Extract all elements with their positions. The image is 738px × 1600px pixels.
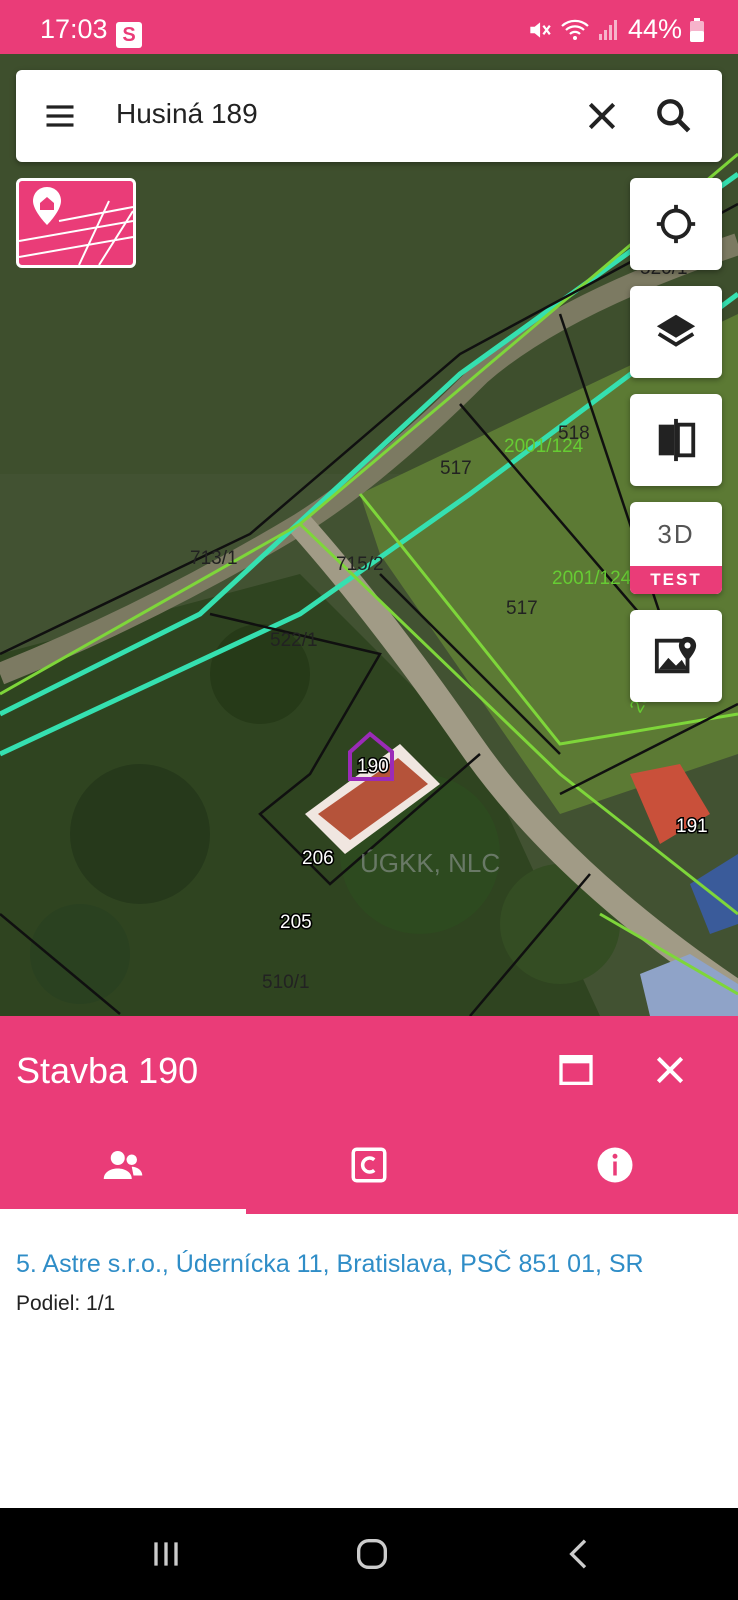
close-panel-icon[interactable] — [650, 1050, 690, 1090]
parcel-label: 191 — [676, 816, 708, 837]
clear-search-icon[interactable] — [582, 96, 622, 136]
google-map-icon — [654, 636, 697, 674]
parcel-c-icon — [351, 1147, 387, 1183]
parcel-label: 517 — [506, 598, 538, 619]
building-label: 190 — [357, 756, 389, 777]
parcel-label: 205 — [280, 912, 312, 933]
parcel-label: 510/1 — [262, 972, 310, 993]
tab-parcel-c[interactable] — [246, 1144, 492, 1214]
ownership-share: Podiel: 1/1 — [16, 1292, 116, 1315]
system-navigation-bar — [0, 1508, 738, 1600]
parcel-label: 206 — [302, 848, 334, 869]
maximize-icon[interactable] — [556, 1050, 596, 1090]
test-label: TEST — [630, 566, 722, 594]
compare-icon — [658, 418, 696, 462]
mute-icon — [530, 21, 551, 38]
parcel-label: 713/1 — [190, 548, 238, 569]
layers-button[interactable] — [630, 286, 722, 378]
search-input[interactable]: Husiná 189 — [116, 98, 258, 130]
info-icon — [597, 1147, 633, 1183]
panel-title: Stavba 190 — [16, 1050, 199, 1091]
wifi-icon — [561, 19, 589, 40]
menu-icon[interactable] — [42, 98, 78, 134]
people-icon — [103, 1151, 143, 1179]
parcel-label: 517 — [440, 458, 472, 479]
battery-percent: 44% — [627, 14, 682, 44]
tab-owners[interactable] — [0, 1144, 246, 1214]
signal-icon — [598, 19, 617, 40]
3d-test-button[interactable]: 3D TEST — [630, 502, 722, 594]
status-app-badge: S — [116, 22, 142, 48]
tab-info[interactable] — [492, 1144, 738, 1214]
back-icon[interactable] — [560, 1534, 600, 1574]
status-indicators: 44% — [526, 14, 704, 45]
layers-icon — [656, 314, 696, 347]
home-icon[interactable] — [352, 1534, 392, 1574]
parcel-label: 2001/124 — [552, 568, 632, 589]
my-location-button[interactable] — [630, 178, 722, 270]
compare-button[interactable] — [630, 394, 722, 486]
crosshair-icon — [656, 204, 696, 244]
parcel-label: 522/1 — [270, 630, 318, 651]
status-bar: 17:03 S 44% — [0, 0, 738, 54]
parcel-label: 715/2 — [336, 554, 384, 575]
recent-apps-icon[interactable] — [146, 1534, 186, 1574]
status-time: 17:03 — [40, 14, 108, 44]
battery-icon — [690, 17, 704, 42]
map-watermark: ÚGKK, NLC — [360, 848, 500, 878]
search-bar[interactable]: Husiná 189 — [16, 70, 722, 162]
search-icon[interactable] — [652, 94, 696, 138]
parcel-label: 2001/124 — [504, 436, 584, 457]
3d-label: 3D — [657, 519, 695, 549]
owner-link[interactable]: 5. Astre s.r.o., Údernícka 11, Bratislav… — [16, 1250, 644, 1279]
active-tab-indicator — [0, 1209, 246, 1214]
cadastre-layer-button[interactable] — [16, 178, 136, 268]
cadastre-map-icon — [19, 187, 133, 265]
google-maps-button[interactable] — [630, 610, 722, 702]
